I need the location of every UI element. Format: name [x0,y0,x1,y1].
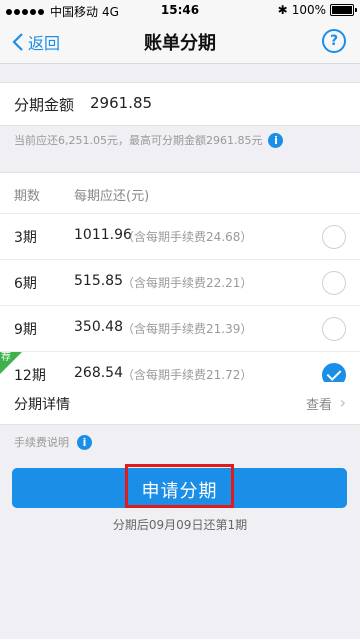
apply-button-label: 申请分期 [141,481,218,502]
help-button[interactable]: ? [322,29,346,53]
first-repayment-note: 分期后09月09日还第1期 [112,518,248,532]
detail-view-link[interactable]: 查看 [306,394,332,413]
period-term: 9期 [14,322,37,338]
period-fee: （含每期手续费21.72） [122,368,253,382]
bluetooth-icon: ✱ [277,3,288,17]
nav-bar: 返回 账单分期 ? [0,20,360,64]
header-term: 期数 [14,189,41,204]
period-amount: 515.85 [74,273,123,289]
status-right: ✱ 100% [277,3,357,17]
battery-icon [330,4,357,16]
period-fee: （含每期手续费22.21） [122,276,253,290]
info-icon[interactable]: i [77,434,92,450]
amount-label: 分期金额 [14,96,75,114]
chevron-right-icon: › [339,393,346,412]
period-amount: 268.54 [74,365,123,381]
period-fee: （含每期手续费21.39） [122,322,253,336]
page-title: 账单分期 [144,33,216,54]
fee-note-label: 手续费说明 [14,436,69,449]
amount-hint-text: 当前应还6,251.05元，最高可分期金额2961.85元 [14,134,263,147]
status-bar: 中国移动 4G 15:46 ✱ 100% [0,0,360,20]
period-option-3[interactable]: 3期 1011.96 （含每期手续费24.68） [0,214,360,260]
radio-button[interactable] [322,271,346,295]
installment-amount-row: 分期金额 2961.85 [0,82,360,126]
battery-label: 100% [291,3,326,17]
recommend-badge-label: 荐 [1,352,11,363]
radio-button[interactable] [322,317,346,341]
detail-label: 分期详情 [14,397,70,413]
period-list-header: 期数 每期应还(元) [0,173,360,214]
period-fee: （含每期手续费24.68） [122,230,253,244]
header-payment: 每期应还(元) [74,189,150,204]
installment-detail-row[interactable]: 分期详情 查看 › [0,382,360,425]
period-list: 期数 每期应还(元) 3期 1011.96 （含每期手续费24.68） 6期 5… [0,172,360,398]
period-option-9[interactable]: 9期 350.48 （含每期手续费21.39） [0,306,360,352]
period-term: 3期 [14,230,37,246]
amount-value: 2961.85 [90,94,153,112]
radio-button[interactable] [322,225,346,249]
period-option-6[interactable]: 6期 515.85 （含每期手续费22.21） [0,260,360,306]
apply-installment-button[interactable]: 申请分期 [12,464,347,508]
period-term: 6期 [14,276,37,292]
info-icon[interactable]: i [268,132,284,148]
amount-hint: 当前应还6,251.05元，最高可分期金额2961.85元 i [14,132,284,148]
period-amount: 350.48 [74,319,123,335]
fee-note[interactable]: 手续费说明 i [14,434,92,450]
